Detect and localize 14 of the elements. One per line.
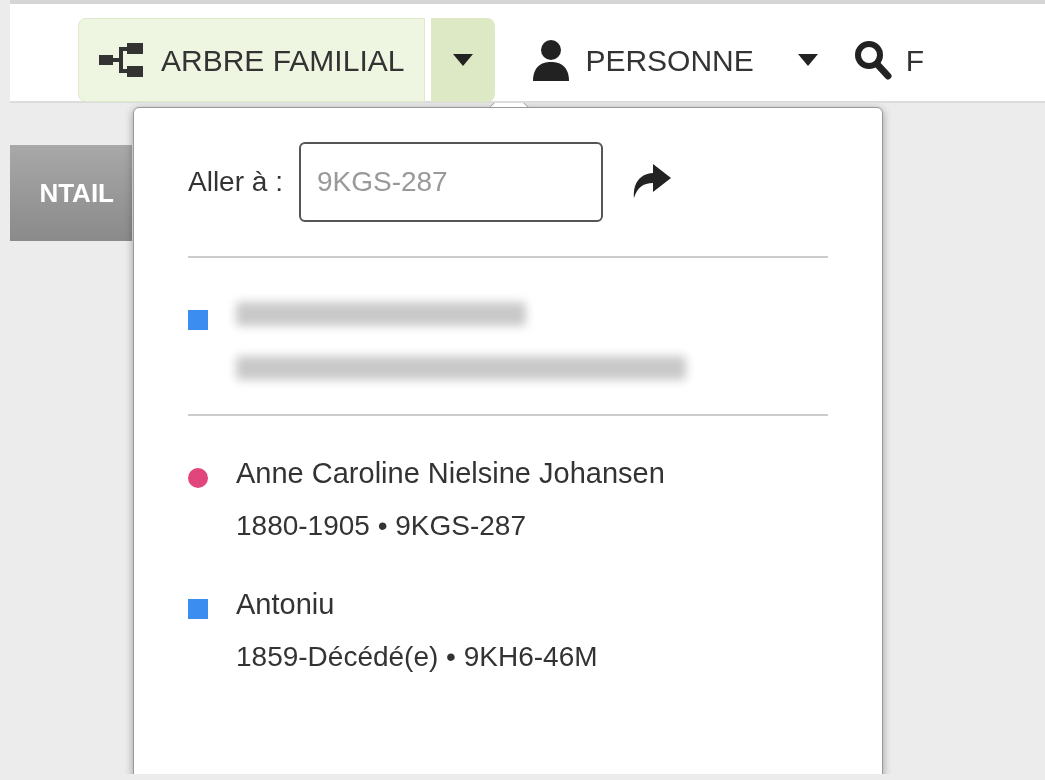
search-button[interactable]: F (817, 18, 925, 102)
goto-label: Aller à : (188, 165, 283, 199)
person-name[interactable]: Anne Caroline Nielsine Johansen (236, 456, 665, 491)
caret-icon (797, 54, 818, 66)
dropdown-toggle-button[interactable] (431, 18, 496, 102)
person-menu-button[interactable]: PERSONNE (495, 18, 818, 102)
person-name[interactable]: Antoniu (236, 586, 598, 622)
person-icon (531, 39, 572, 81)
family-tree-button[interactable]: ARBRE FAMILIAL (78, 18, 426, 102)
caret-icon (453, 54, 474, 66)
goto-field[interactable]: 9KGS-287 (298, 142, 603, 222)
person-details: 1880-1905 • 9KGS-287 (236, 508, 527, 543)
person-details: 1859-Décédé(e) • 9KH6-46M (236, 639, 598, 674)
search-icon (853, 40, 892, 80)
